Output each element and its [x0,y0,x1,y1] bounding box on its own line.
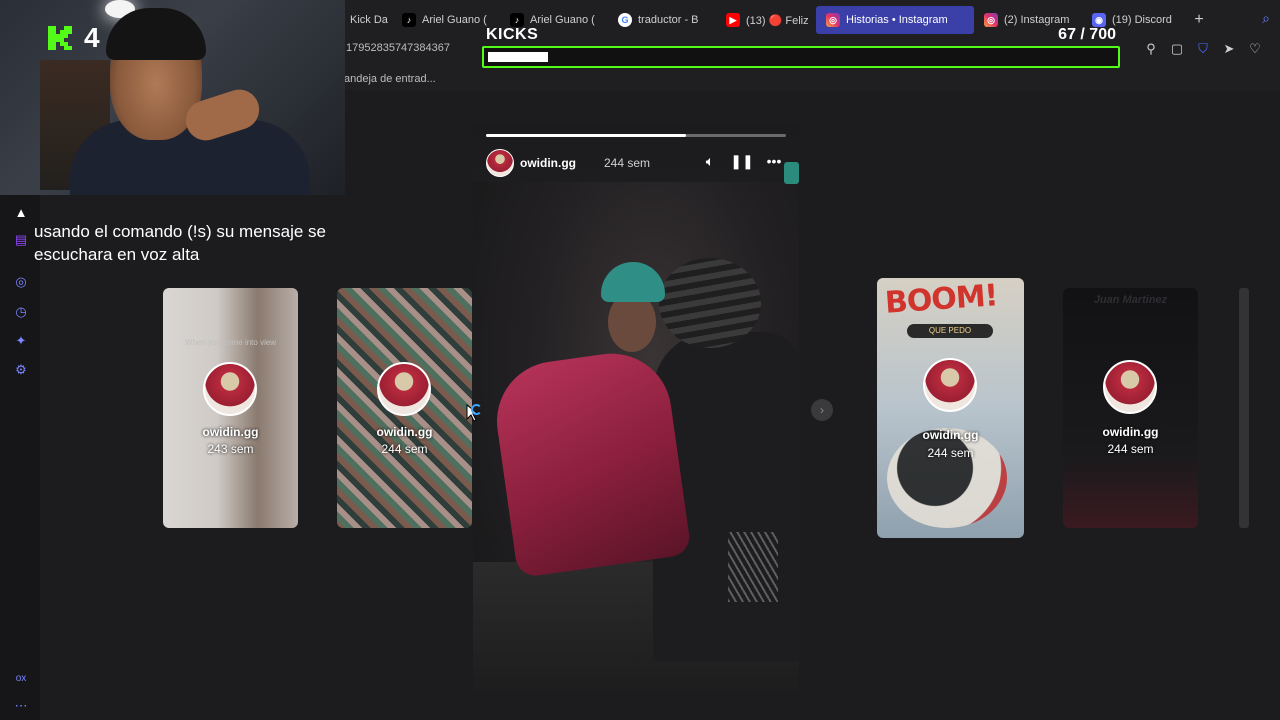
story-beanie [659,258,761,348]
play-circle-icon[interactable]: ◎ [12,273,30,291]
settings-icon[interactable]: ⚙ [12,361,30,379]
story-age: 244 sem [927,446,974,460]
screen: Kick Da ♪ Ariel Guano ( ♪ Ariel Guano ( … [0,0,1280,720]
story-edge-graphic [784,162,799,184]
story-username: owidin.gg [202,425,259,439]
story-media [473,182,799,692]
tab-label: Ariel Guano ( [422,14,487,26]
story-username: owidin.gg [376,425,433,439]
bookmarks-bar: andeja de entrad... [340,68,1280,90]
arc-icon[interactable]: ▲ [12,203,30,221]
more-options-icon[interactable]: ••• [765,152,783,170]
pin-icon[interactable]: ⚲ [1144,41,1158,56]
story-badge: QUE PEDO [907,324,993,338]
search-icon[interactable]: ⌕ [1262,10,1270,27]
story-cap [601,262,665,302]
toolbar-icons: ⚲ ▢ ⛉ ➤ ♡ [1144,41,1262,56]
more-icon[interactable]: ⋯ [12,697,30,715]
avatar[interactable] [486,149,514,177]
story-age: 244 sem [1107,442,1154,456]
kicks-title: KICKS [486,26,539,43]
kicks-goal-overlay: KICKS 67 / 700 [482,24,1120,70]
tiktok-icon: ♪ [402,13,416,27]
kicks-progress-bar [482,46,1120,68]
story-username: owidin.gg [922,428,979,442]
extensions-icon[interactable]: ✦ [12,332,30,350]
shield-icon[interactable]: ⛉ [1196,41,1210,56]
avatar [377,362,431,416]
send-icon[interactable]: ➤ [1222,41,1236,56]
tab-label: Kick Da [350,14,388,26]
history-icon[interactable]: ◷ [12,303,30,321]
story-progress-bar [486,134,786,137]
twitch-icon[interactable]: ▤ [12,231,30,249]
story-username: owidin.gg [1102,425,1159,439]
story-overlay-text: When you come into view [184,338,277,347]
story-age: 244 sem [381,442,428,456]
story-age: 243 sem [207,442,254,456]
avatar [923,358,977,412]
tts-caption: usando el comando (!s) su mensaje se esc… [34,222,326,264]
ox-icon[interactable]: ox [12,669,30,687]
next-story-button[interactable]: › [811,399,833,421]
story-overlay-text: Juan Martinez [1093,294,1168,306]
kick-number: 4 [84,22,100,53]
browser-sidebar: ▲ ▤ ◎ ◷ ✦ ⚙ ox ⋯ [0,195,40,720]
kick-logo-icon [48,26,72,50]
kicks-count: 67 / 700 [1058,26,1116,43]
story-age: 244 sem [604,156,651,170]
tab-kick[interactable]: Kick Da [340,6,392,34]
story-overlay-text: BOOM! [883,278,999,321]
story-card-next-3[interactable] [1239,288,1249,528]
pause-icon[interactable]: ❚❚ [730,152,753,170]
story-card-prev-2[interactable]: When you come into view owidin.gg 243 se… [163,288,298,528]
url-text: 17952835747384367 [346,42,451,54]
screenshot-icon[interactable]: ▢ [1170,41,1184,56]
story-card-next-2[interactable]: Juan Martinez owidin.gg 244 sem [1063,288,1198,528]
heart-icon[interactable]: ♡ [1248,41,1262,56]
story-tinsel [728,532,778,602]
story-person-1 [489,345,692,579]
story-progress-fill [486,134,686,137]
webcam-feed: 4 [0,0,345,195]
bookmark-item[interactable]: andeja de entrad... [344,73,436,85]
avatar [203,362,257,416]
story-card-prev-1[interactable]: owidin.gg 244 sem [337,288,472,528]
story-viewer[interactable]: owidin.gg 244 sem 🔈︎ ❚❚ ••• [473,122,799,692]
tab-label: (19) Discord [1112,14,1172,26]
story-username[interactable]: owidin.gg [520,156,576,170]
cartoon-graphic [887,428,1007,528]
story-controls: 🔈︎ ❚❚ ••• [701,152,783,170]
new-tab-button[interactable]: + [1188,9,1210,31]
loading-spinner-icon [471,404,482,415]
kicks-progress-fill [488,52,548,62]
story-card-next-1[interactable]: BOOM! QUE PEDO owidin.gg 244 sem [877,278,1024,538]
volume-icon[interactable]: 🔈︎ [701,152,719,170]
avatar [1103,360,1157,414]
